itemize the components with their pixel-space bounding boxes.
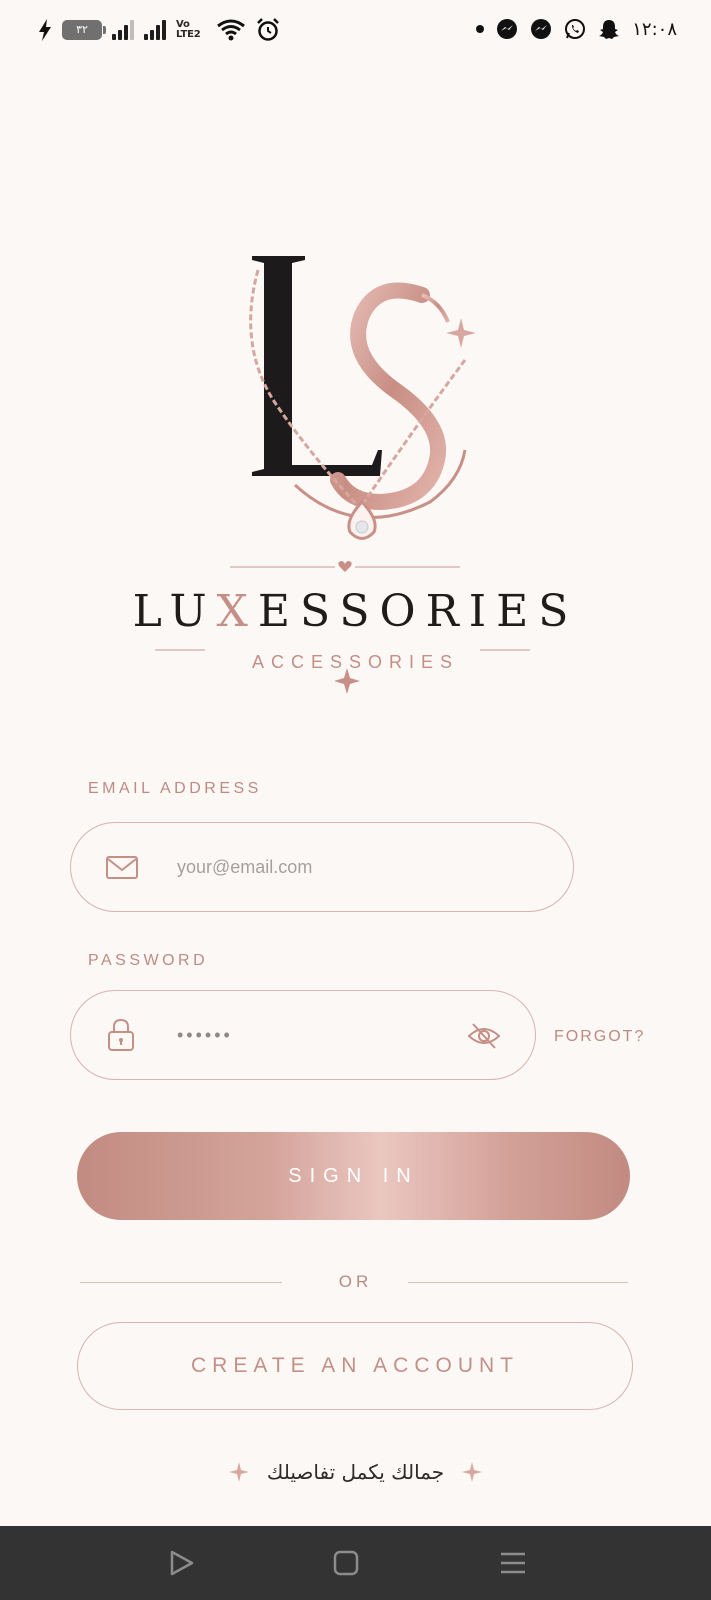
status-left: ٣٢ Vo LTE2: [38, 18, 280, 42]
navigation-bar: [0, 1526, 711, 1600]
email-label: EMAIL ADDRESS: [88, 780, 262, 797]
notification-dot: [476, 25, 485, 33]
mail-icon: [106, 856, 138, 879]
heart-icon: [338, 561, 352, 572]
tagline: جمالك يكمل تفاصيلك: [0, 1460, 711, 1484]
password-label: PASSWORD: [88, 952, 209, 969]
brand-name-part-2: ESSORIES: [257, 586, 579, 637]
eye-off-icon[interactable]: [467, 1021, 501, 1051]
back-icon[interactable]: [164, 1546, 198, 1580]
messenger-icon-2: [531, 19, 552, 39]
tagline-text: جمالك يكمل تفاصيلك: [266, 1460, 445, 1484]
home-icon[interactable]: [329, 1546, 363, 1580]
or-label: OR: [338, 1272, 373, 1291]
brand-name: LUXESSORIES: [0, 586, 711, 637]
signal-icon: [112, 20, 134, 40]
email-field[interactable]: [70, 822, 574, 912]
charging-icon: [39, 19, 51, 41]
status-bar: ٣٢ Vo LTE2 ١٢:٠٨: [0, 0, 711, 70]
clock: ١٢:٠٨: [632, 18, 677, 40]
forgot-password-link[interactable]: FORGOT?: [554, 1028, 645, 1046]
status-right: ١٢:٠٨: [476, 18, 677, 40]
messenger-icon: [497, 19, 518, 39]
sparkle-icon: [446, 318, 476, 348]
wifi-icon: [217, 19, 245, 41]
password-input[interactable]: [177, 991, 477, 1079]
sparkle-icon-right: [462, 1462, 483, 1482]
password-field[interactable]: [70, 990, 536, 1080]
battery-icon: ٣٢: [62, 20, 106, 40]
sparkle-icon-left: [228, 1462, 249, 1482]
volte-icon: Vo LTE2: [176, 19, 201, 40]
battery-level: ٣٢: [76, 23, 88, 36]
brand-name-part-1: LU: [132, 586, 217, 637]
brand-subtitle: ACCESSORIES: [251, 652, 460, 672]
whatsapp-icon: [565, 19, 586, 39]
create-account-button[interactable]: CREATE AN ACCOUNT: [77, 1322, 633, 1410]
alarm-icon: [257, 18, 279, 41]
menu-icon[interactable]: [496, 1546, 530, 1580]
signal-icon-2: [144, 20, 166, 40]
brand-name-x: X: [216, 586, 258, 637]
sign-in-button[interactable]: SIGN IN: [77, 1132, 630, 1220]
snapchat-icon: [599, 20, 620, 39]
lock-icon: [108, 1018, 134, 1051]
email-input[interactable]: [177, 823, 477, 911]
brand-logo: [155, 256, 530, 694]
